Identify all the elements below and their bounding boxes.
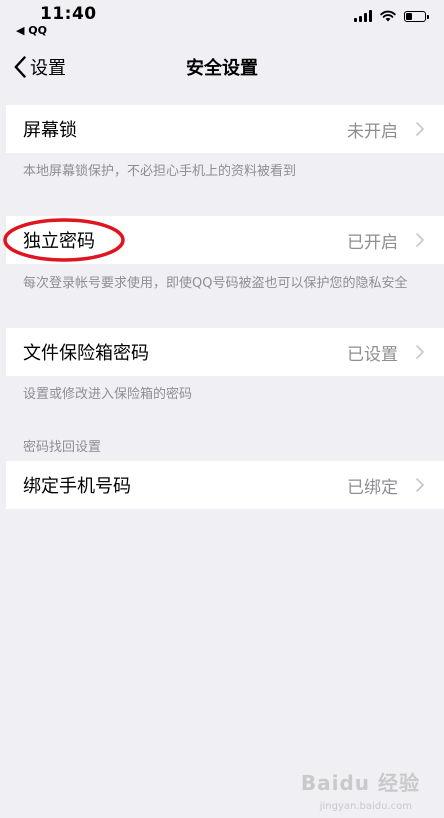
nav-bar: 设置 安全设置	[0, 40, 444, 92]
cell-independent-password[interactable]: 独立密码 已开启	[6, 216, 444, 264]
cell-screen-lock-note: 本地屏幕锁保护，不必担心手机上的资料被看到	[23, 164, 297, 179]
page-title: 安全设置	[186, 58, 258, 79]
chevron-right-icon	[416, 478, 424, 492]
chevron-right-icon	[416, 122, 424, 136]
signal-icon	[354, 10, 372, 22]
watermark: Baidu 经验	[300, 771, 420, 795]
section-header-password-recovery: 密码找回设置	[23, 440, 102, 455]
cell-screen-lock-value: 未开启	[347, 121, 398, 142]
wifi-icon	[380, 10, 396, 22]
cell-file-safe-password-label: 文件保险箱密码	[23, 343, 149, 364]
cell-screen-lock[interactable]: 屏幕锁 未开启	[6, 105, 444, 153]
status-bar: 11:40 ◀ QQ	[0, 0, 444, 40]
cell-independent-password-label: 独立密码	[23, 231, 95, 252]
cell-bind-phone-label: 绑定手机号码	[23, 476, 131, 497]
status-time: 11:40	[40, 4, 97, 24]
battery-icon	[404, 10, 429, 22]
status-back-to-app[interactable]: ◀ QQ	[16, 24, 47, 37]
watermark-url: jingyan.baidu.com	[319, 801, 412, 812]
cell-file-safe-password[interactable]: 文件保险箱密码 已设置	[6, 328, 444, 376]
cell-independent-password-note: 每次登录帐号要求使用，即使QQ号码被盗也可以保护您的隐私安全	[23, 276, 408, 291]
chevron-right-icon	[416, 345, 424, 359]
cell-file-safe-password-note: 设置或修改进入保险箱的密码	[23, 387, 193, 402]
cell-bind-phone-value: 已绑定	[347, 477, 398, 498]
cell-screen-lock-label: 屏幕锁	[23, 120, 77, 141]
cell-bind-phone[interactable]: 绑定手机号码 已绑定	[6, 461, 444, 509]
chevron-right-icon	[416, 233, 424, 247]
status-icons	[354, 10, 429, 22]
cell-independent-password-value: 已开启	[347, 232, 398, 253]
cell-file-safe-password-value: 已设置	[347, 344, 398, 365]
